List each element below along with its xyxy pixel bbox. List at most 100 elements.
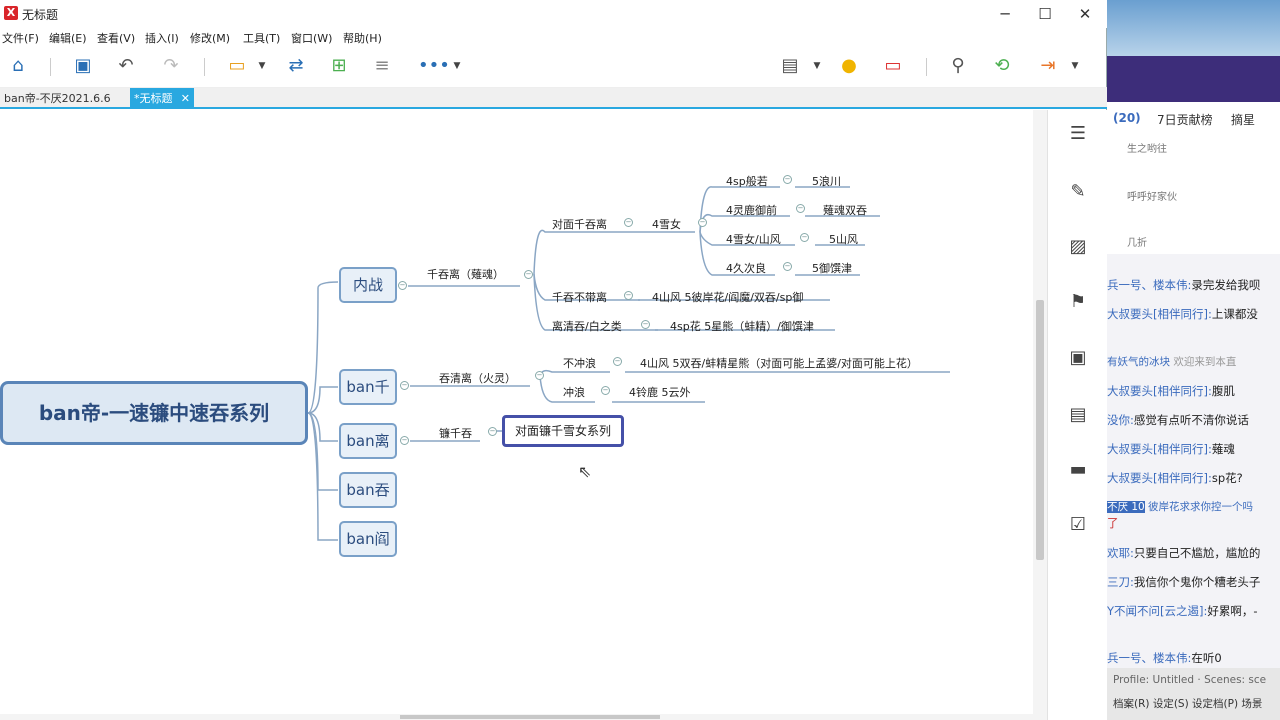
collapse-toggle-icon[interactable]: − xyxy=(624,218,633,227)
topic-leaf[interactable]: 薙魂双吞 xyxy=(823,202,867,218)
collapse-toggle-icon[interactable]: − xyxy=(783,175,792,184)
boundary-icon[interactable]: ⊞ xyxy=(327,54,351,78)
minimize-button[interactable]: ─ xyxy=(985,0,1025,28)
root-topic[interactable]: ban帝-一速镰中速吞系列 xyxy=(0,381,308,445)
collapse-toggle-icon[interactable]: − xyxy=(601,386,610,395)
chat-user[interactable]: 兵一号、楼本伟: xyxy=(1107,651,1191,665)
topic-leaf[interactable]: 4山风 5双吞/蚌精星熊（对面可能上孟婆/对面可能上花） xyxy=(640,355,918,371)
topic-tunqingli[interactable]: 吞清离（火灵） xyxy=(439,370,516,386)
format-brush-icon[interactable]: ✎ xyxy=(1066,180,1090,204)
more-icon[interactable]: ••• xyxy=(418,54,450,78)
topic-bantun[interactable]: ban吞 xyxy=(339,472,397,508)
topic-liqingtun[interactable]: 离清吞/白之类 xyxy=(552,318,622,334)
chevron-down-icon[interactable]: ▼ xyxy=(1068,54,1082,78)
topic-leaf[interactable]: 5山风 xyxy=(829,231,858,247)
topic-leaf[interactable]: 5御馔津 xyxy=(812,260,852,276)
obs-menu[interactable]: 档案(R) 设定(S) 设定档(P) 场景 xyxy=(1113,696,1262,711)
lightbulb-icon[interactable]: ● xyxy=(837,54,861,78)
close-button[interactable]: ✕ xyxy=(1065,0,1105,28)
chevron-down-icon[interactable]: ▼ xyxy=(255,54,269,78)
text-style-icon[interactable]: ▣ xyxy=(1066,346,1090,370)
chevron-down-icon[interactable]: ▼ xyxy=(450,54,464,78)
menu-edit[interactable]: 编辑(E) xyxy=(49,30,87,46)
topic-leaf[interactable]: 5浪川 xyxy=(812,173,841,189)
topic-qiantun-buli[interactable]: 千吞不带离 xyxy=(552,289,607,305)
collapse-toggle-icon[interactable]: − xyxy=(400,436,409,445)
topic-banli[interactable]: ban离 xyxy=(339,423,397,459)
topic-leaf[interactable]: 4久次良 xyxy=(726,260,766,276)
scrollbar-thumb[interactable] xyxy=(400,715,660,719)
collapse-toggle-icon[interactable]: − xyxy=(698,218,707,227)
home-icon[interactable]: ⌂ xyxy=(6,54,30,78)
image-icon[interactable]: ▨ xyxy=(1066,235,1090,259)
chat-user[interactable]: 有妖气的冰块 xyxy=(1107,356,1170,368)
relationship-icon[interactable]: ⇄ xyxy=(284,54,308,78)
collapse-toggle-icon[interactable]: − xyxy=(488,427,497,436)
gantt-icon[interactable]: ▭ xyxy=(881,54,905,78)
collapse-toggle-icon[interactable]: − xyxy=(796,204,805,213)
topic-banqian[interactable]: ban千 xyxy=(339,369,397,405)
collapse-toggle-icon[interactable]: − xyxy=(400,381,409,390)
topic-xuenv[interactable]: 4雪女 xyxy=(652,216,681,232)
topic-banyan[interactable]: ban阎 xyxy=(339,521,397,557)
tab-contribution[interactable]: 7日贡献榜 xyxy=(1157,111,1213,128)
comment-icon[interactable]: ▬ xyxy=(1066,458,1090,482)
collapse-toggle-icon[interactable]: − xyxy=(524,270,533,279)
task-icon[interactable]: ☑ xyxy=(1066,513,1090,537)
collapse-toggle-icon[interactable]: − xyxy=(398,281,407,290)
presentation-icon[interactable]: ▤ xyxy=(778,54,802,78)
selected-topic[interactable]: 对面镰千雪女系列 xyxy=(502,415,625,447)
tab-document[interactable]: ban帝-不厌2021.6.6 xyxy=(0,88,115,109)
outline-icon[interactable]: ☰ xyxy=(1066,122,1090,146)
collapse-toggle-icon[interactable]: − xyxy=(535,371,544,380)
collapse-toggle-icon[interactable]: − xyxy=(613,357,622,366)
redo-icon[interactable]: ↷ xyxy=(159,54,183,78)
chat-user[interactable]: 不厌 10 xyxy=(1107,501,1145,513)
menu-tools[interactable]: 工具(T) xyxy=(243,30,280,46)
collapse-toggle-icon[interactable]: − xyxy=(624,291,633,300)
topic-leaf[interactable]: 4sp般若 xyxy=(726,173,768,189)
topic-leaf[interactable]: 4铃鹿 5云外 xyxy=(629,384,691,400)
topic-leaf[interactable]: 4sp花 5星熊（蚌精）/御馔津 xyxy=(670,318,814,334)
flag-icon[interactable]: ⚑ xyxy=(1066,290,1090,314)
chat-user[interactable]: 兵一号、楼本伟: xyxy=(1107,278,1191,292)
collapse-toggle-icon[interactable]: − xyxy=(800,233,809,242)
menu-insert[interactable]: 插入(I) xyxy=(145,30,179,46)
chat-user[interactable]: 欢耶: xyxy=(1107,546,1134,560)
chevron-down-icon[interactable]: ▼ xyxy=(810,54,824,78)
maximize-button[interactable]: ☐ xyxy=(1025,0,1065,28)
menu-help[interactable]: 帮助(H) xyxy=(343,30,382,46)
tab-zhaixing[interactable]: 摘星 xyxy=(1231,111,1255,128)
topic-leaf[interactable]: 4山风 5彼岸花/阎魔/双吞/sp御 xyxy=(652,289,803,305)
topic-chonglang[interactable]: 冲浪 xyxy=(563,384,585,400)
summary-icon[interactable]: ≡ xyxy=(370,54,394,78)
topic-leaf[interactable]: 4灵鹿御前 xyxy=(726,202,777,218)
notes-icon[interactable]: ▤ xyxy=(1066,403,1090,427)
chat-user[interactable]: 三刀: xyxy=(1107,575,1134,589)
tab-count[interactable]: (20) xyxy=(1113,111,1141,125)
collapse-toggle-icon[interactable]: − xyxy=(641,320,650,329)
topic-leaf[interactable]: 4雪女/山风 xyxy=(726,231,781,247)
mindmap-canvas[interactable]: ban帝-一速镰中速吞系列 内战 ban千 ban离 ban吞 ban阎 − 千… xyxy=(0,110,1047,714)
scrollbar-thumb[interactable] xyxy=(1036,300,1044,560)
topic-lianqiantun[interactable]: 镰千吞 xyxy=(439,425,472,441)
topic-neizhan[interactable]: 内战 xyxy=(339,267,397,303)
share-icon[interactable]: ⟲ xyxy=(990,54,1014,78)
topic-buchonglang[interactable]: 不冲浪 xyxy=(563,355,596,371)
chat-user[interactable]: 大叔要头[相伴同行]: xyxy=(1107,471,1212,485)
tab-untitled[interactable]: *无标题 ✕ xyxy=(130,88,194,109)
chat-user[interactable]: 大叔要头[相伴同行]: xyxy=(1107,442,1212,456)
chat-user[interactable]: 大叔要头[相伴同行]: xyxy=(1107,384,1212,398)
chat-user[interactable]: 没你: xyxy=(1107,413,1134,427)
chat-user[interactable]: 大叔要头[相伴同行]: xyxy=(1107,307,1212,321)
export-icon[interactable]: ⇥ xyxy=(1036,54,1060,78)
save-icon[interactable]: ▣ xyxy=(71,54,95,78)
topic-icon[interactable]: ▭ xyxy=(225,54,249,78)
close-icon[interactable]: ✕ xyxy=(181,88,190,109)
chat-user[interactable]: Y不闻不问[云之遏]: xyxy=(1107,604,1207,618)
search-icon[interactable]: ⚲ xyxy=(946,54,970,78)
menu-window[interactable]: 窗口(W) xyxy=(291,30,332,46)
menu-modify[interactable]: 修改(M) xyxy=(190,30,230,46)
undo-icon[interactable]: ↶ xyxy=(114,54,138,78)
collapse-toggle-icon[interactable]: − xyxy=(783,262,792,271)
